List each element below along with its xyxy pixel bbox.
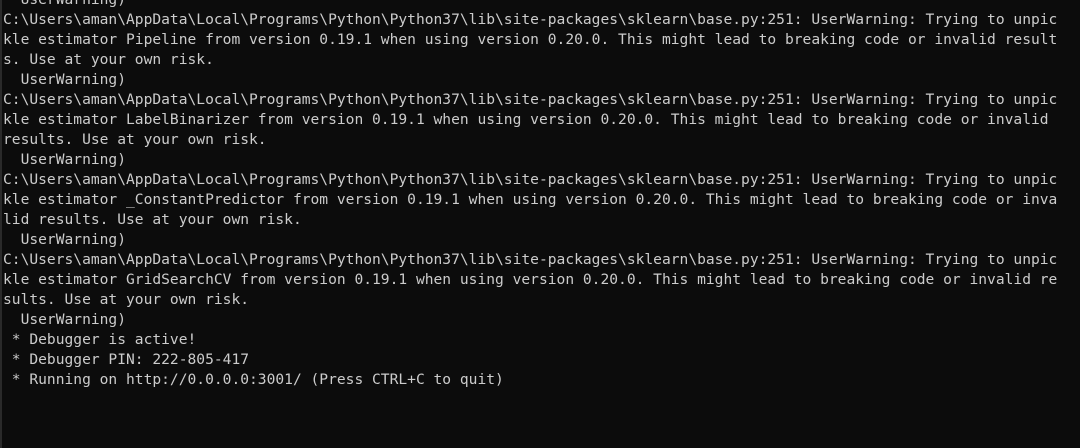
- console-line: * Debugger is active!: [3, 331, 197, 348]
- console-line: UserWarning): [3, 311, 127, 328]
- console-line: UserWarning): [3, 0, 1057, 10]
- console-line: results. Use at your own risk.: [3, 131, 267, 148]
- console-output[interactable]: UserWarning)C:\Users\aman\AppData\Local\…: [3, 0, 1057, 390]
- console-line: kle estimator GridSearchCV from version …: [3, 271, 1058, 288]
- console-line: kle estimator Pipeline from version 0.19…: [3, 31, 1058, 48]
- terminal-window[interactable]: UserWarning)C:\Users\aman\AppData\Local\…: [0, 0, 1080, 448]
- console-line: s. Use at your own risk.: [3, 51, 214, 68]
- console-line: kle estimator _ConstantPredictor from ve…: [3, 191, 1058, 208]
- console-line: * Debugger PIN: 222-805-417: [3, 351, 250, 368]
- console-line: C:\Users\aman\AppData\Local\Programs\Pyt…: [3, 91, 1058, 108]
- console-line: C:\Users\aman\AppData\Local\Programs\Pyt…: [3, 11, 1058, 28]
- console-line: UserWarning): [3, 151, 127, 168]
- console-line: * Running on http://0.0.0.0:3001/ (Press…: [3, 371, 504, 388]
- window-left-edge: [0, 0, 2, 448]
- console-line: C:\Users\aman\AppData\Local\Programs\Pyt…: [3, 251, 1058, 268]
- console-line: UserWarning): [3, 71, 127, 88]
- console-line: UserWarning): [3, 231, 127, 248]
- console-line: sults. Use at your own risk.: [3, 291, 250, 308]
- console-line: kle estimator LabelBinarizer from versio…: [3, 111, 1049, 128]
- console-line: C:\Users\aman\AppData\Local\Programs\Pyt…: [3, 171, 1058, 188]
- console-line: lid results. Use at your own risk.: [3, 211, 302, 228]
